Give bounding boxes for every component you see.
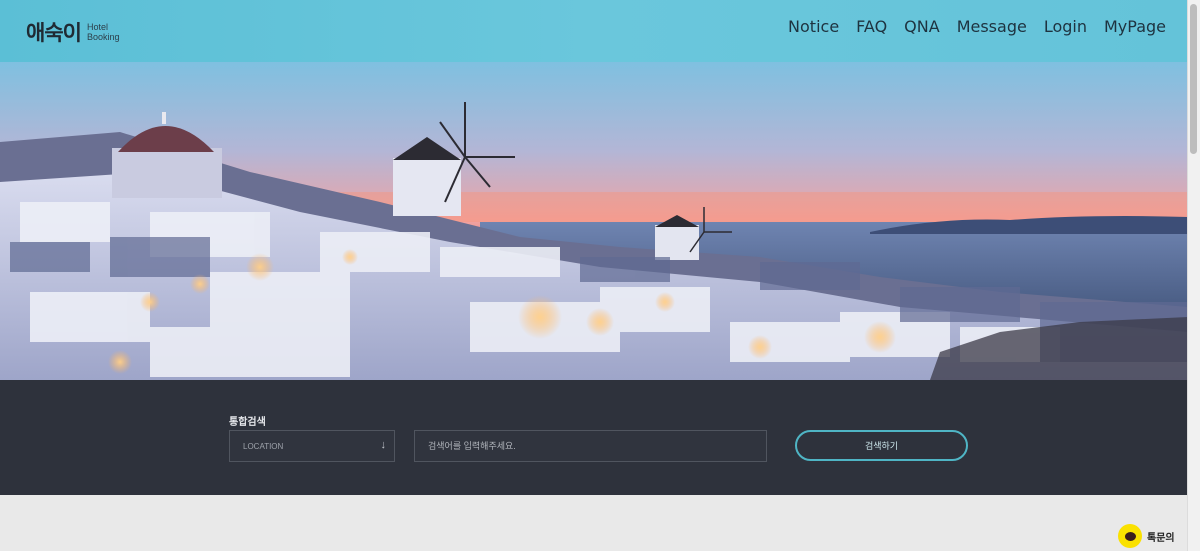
kakao-chat-widget[interactable]: 톡문의: [1118, 524, 1175, 548]
search-section: 통합검색 LOCATION ↓ 검색하기: [0, 380, 1188, 495]
arrow-down-icon: ↓: [380, 439, 387, 451]
keyword-search-input[interactable]: [414, 430, 767, 462]
nav-login[interactable]: Login: [1044, 17, 1087, 36]
hero-illustration: [0, 62, 1188, 380]
nav-mypage[interactable]: MyPage: [1104, 17, 1166, 36]
nav-qna[interactable]: QNA: [904, 17, 940, 36]
search-title: 통합검색: [229, 417, 266, 428]
location-select[interactable]: LOCATION ↓: [229, 430, 395, 462]
chat-label: 톡문의: [1147, 532, 1175, 544]
search-button[interactable]: 검색하기: [795, 430, 968, 461]
logo-text: 애숙이: [26, 21, 82, 45]
scrollbar-thumb[interactable]: [1190, 4, 1197, 154]
hero-image: [0, 62, 1188, 380]
logo-subtitle: Hotel Booking: [87, 22, 120, 42]
page: 애숙이 Hotel Booking Notice FAQ QNA Message…: [0, 0, 1188, 551]
main-nav: Notice FAQ QNA Message Login MyPage: [788, 17, 1166, 36]
location-value: LOCATION: [243, 442, 284, 451]
logo-subtitle-line2: Booking: [86, 32, 120, 42]
nav-notice[interactable]: Notice: [788, 17, 839, 36]
page-scrollbar[interactable]: [1187, 0, 1200, 551]
logo[interactable]: 애숙이 Hotel Booking: [26, 17, 120, 47]
kakao-chat-icon: [1118, 524, 1142, 548]
logo-subtitle-line1: Hotel: [86, 22, 108, 32]
nav-faq[interactable]: FAQ: [856, 17, 887, 36]
nav-message[interactable]: Message: [957, 17, 1027, 36]
site-header: 애숙이 Hotel Booking Notice FAQ QNA Message…: [0, 0, 1188, 62]
